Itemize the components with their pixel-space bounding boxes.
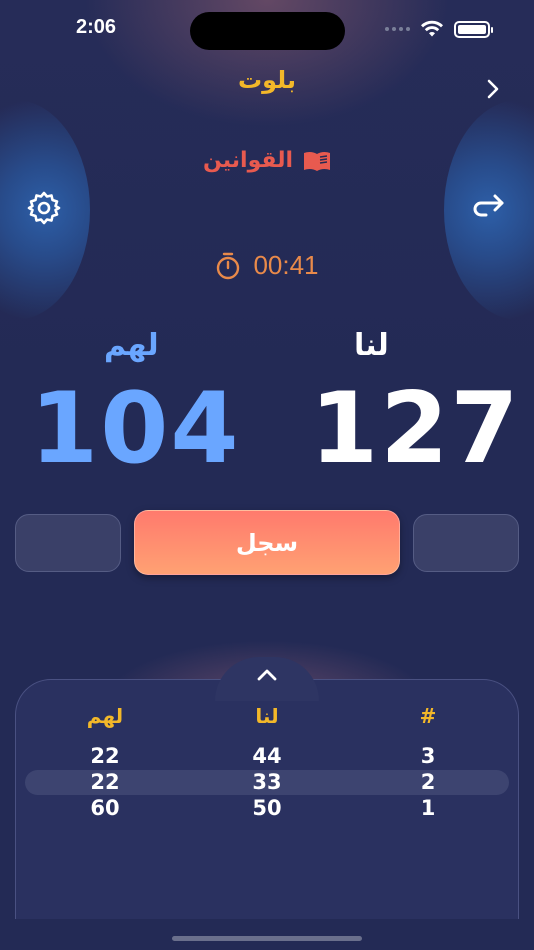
rules-label: القوانين (202, 148, 293, 173)
home-indicator (172, 936, 362, 941)
status-icons (385, 20, 493, 38)
chevron-up-icon[interactable] (255, 667, 279, 683)
them-score: 104 (30, 372, 241, 486)
table-cell-us: 33 (252, 770, 282, 794)
table-cell-them: 22 (90, 744, 120, 768)
rules-link[interactable]: القوانين (0, 148, 534, 173)
table-cell-them: 60 (90, 796, 120, 820)
table-cell-number: 1 (420, 796, 436, 820)
table-cell-number: 3 (420, 744, 436, 768)
app-screen: 2:06 بلوت القوانين 00:41 لهم لنا 104 127… (0, 0, 534, 950)
column-header-number: # (419, 704, 437, 728)
column-header-us: لنا (255, 704, 279, 728)
us-score: 127 (310, 372, 521, 486)
stopwatch-icon (217, 252, 240, 279)
dynamic-island (190, 12, 345, 50)
signal-icon (385, 27, 410, 31)
page-title: بلوت (238, 66, 296, 94)
table-cell-them: 22 (90, 770, 120, 794)
battery-icon (454, 20, 493, 38)
column-header-them: لهم (86, 704, 124, 728)
book-icon (304, 151, 330, 171)
us-team-label: لنا (354, 328, 389, 363)
table-cell-us: 50 (252, 796, 282, 820)
them-team-label: لهم (104, 328, 159, 363)
redo-icon[interactable] (472, 190, 508, 224)
them-input-box[interactable] (15, 514, 121, 572)
table-cell-number: 2 (420, 770, 436, 794)
gear-icon[interactable] (26, 190, 62, 226)
chevron-right-icon[interactable] (482, 78, 504, 100)
us-input-box[interactable] (413, 514, 519, 572)
table-cell-us: 44 (252, 744, 282, 768)
record-button[interactable]: سجل (134, 510, 400, 575)
game-timer: 00:41 (0, 250, 534, 281)
wifi-icon (421, 20, 443, 37)
timer-value: 00:41 (253, 250, 319, 280)
status-time: 2:06 (76, 16, 117, 38)
